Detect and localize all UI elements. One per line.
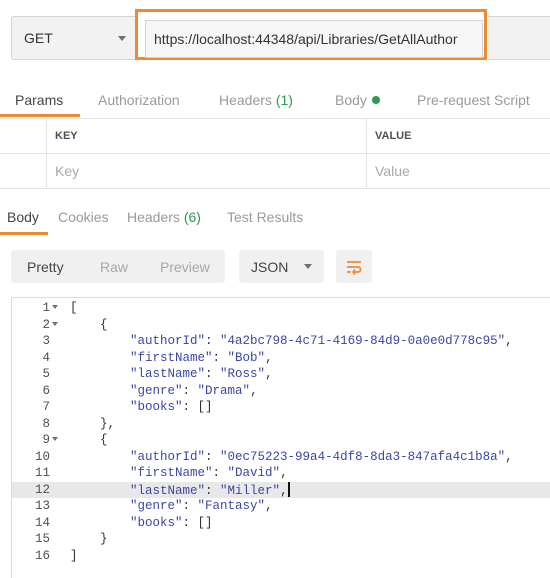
code-line: 12 "lastName": "Miller", (12, 481, 550, 498)
line-number: 10 (34, 449, 50, 464)
code-text: "lastName": "Miller", (130, 481, 290, 498)
code-text: "authorId": "0ec75223-99a4-4df8-8da3-847… (130, 449, 513, 464)
code-line: 7 "books": [] (12, 399, 550, 416)
code-text: ] (70, 548, 78, 563)
table-header-row: KEY VALUE (0, 119, 550, 154)
code-text: { (70, 433, 108, 447)
code-line: 3 "authorId": "4a2bc798-4c71-4169-84d9-0… (12, 333, 550, 350)
line-number: 6 (42, 383, 50, 398)
format-label: JSON (251, 258, 289, 275)
url-input[interactable] (145, 20, 483, 58)
code-line: 6 "genre": "Drama", (12, 383, 550, 400)
code-text: "genre": "Drama", (130, 383, 258, 398)
line-number: 2 (42, 317, 50, 332)
line-number: 16 (34, 548, 50, 563)
table-row: Key Value (0, 154, 550, 189)
code-text: "genre": "Fantasy", (130, 499, 273, 513)
url-bar-background (488, 16, 550, 60)
code-text: } (70, 532, 108, 546)
tab-response-body[interactable]: Body (7, 209, 39, 225)
fold-toggle-icon[interactable] (52, 305, 58, 309)
tab-headers-count: (1) (275, 92, 293, 108)
chevron-down-icon (304, 264, 312, 269)
code-line: 2 { (12, 317, 550, 334)
code-line: 14 "books": [] (12, 515, 550, 532)
method-label: GET (24, 30, 53, 46)
code-text: "books": [] (130, 515, 213, 530)
line-number: 7 (42, 400, 50, 414)
row-handle-cell (0, 154, 46, 188)
preview-button[interactable]: Preview (160, 250, 210, 283)
code-line: 13 "genre": "Fantasy", (12, 498, 550, 515)
tab-prerequest-script[interactable]: Pre-request Script (417, 92, 530, 108)
code-line: 15 } (12, 531, 550, 548)
chevron-down-icon (118, 35, 126, 41)
tab-headers-label: Headers (219, 92, 272, 108)
code-line: 8 }, (12, 416, 550, 433)
value-column-header: VALUE (366, 119, 550, 153)
format-select[interactable]: JSON (239, 250, 324, 283)
line-number: 3 (42, 334, 50, 348)
fold-toggle-icon[interactable] (52, 321, 58, 326)
tab-cookies[interactable]: Cookies (58, 209, 109, 225)
tab-authorization[interactable]: Authorization (98, 92, 180, 108)
tab-body-label: Body (335, 92, 367, 108)
tab-headers[interactable]: Headers (1) (219, 92, 293, 108)
response-body-editor[interactable]: 1[2 {3 "authorId": "4a2bc798-4c71-4169-8… (11, 297, 550, 578)
active-tab-indicator (0, 114, 80, 117)
line-number: 11 (34, 466, 50, 480)
tab-test-results[interactable]: Test Results (227, 209, 303, 225)
code-text: "books": [] (130, 400, 213, 414)
tab-response-headers[interactable]: Headers (6) (127, 209, 201, 225)
wrap-lines-icon (347, 260, 362, 275)
code-line: 4 "firstName": "Bob", (12, 350, 550, 367)
code-text: { (70, 317, 108, 332)
tab-body[interactable]: Body (335, 92, 380, 108)
status-dot-icon (371, 96, 380, 104)
active-response-tab-indicator (0, 232, 48, 235)
pretty-button[interactable]: Pretty (27, 250, 64, 283)
line-number: 14 (34, 515, 50, 530)
line-number: 12 (34, 482, 50, 497)
line-number: 4 (42, 350, 50, 365)
line-number: 8 (42, 416, 50, 431)
line-number: 5 (42, 367, 50, 381)
params-table: KEY VALUE Key Value (0, 119, 550, 189)
line-number: 13 (34, 499, 50, 513)
key-column-header: KEY (46, 119, 366, 153)
code-text: "firstName": "Bob", (130, 350, 273, 365)
text-cursor (287, 481, 290, 497)
wrap-lines-button[interactable] (336, 250, 372, 283)
tab-params[interactable]: Params (15, 92, 63, 108)
code-line: 10 "authorId": "0ec75223-99a4-4df8-8da3-… (12, 449, 550, 466)
view-mode-group: Pretty Raw Preview (11, 250, 225, 283)
line-number: 15 (34, 532, 50, 546)
code-line: 9 { (12, 432, 550, 449)
code-text: "authorId": "4a2bc798-4c71-4169-84d9-0a0… (130, 334, 513, 348)
tab-response-headers-label: Headers (127, 209, 180, 225)
line-number: 1 (42, 301, 50, 315)
code-text: "lastName": "Ross", (130, 367, 273, 381)
code-line: 1[ (12, 300, 550, 317)
code-text: "firstName": "David", (130, 466, 288, 480)
request-tabs: Params Authorization Headers (1) Body Pr… (0, 84, 550, 118)
line-number: 9 (42, 433, 50, 447)
key-input[interactable]: Key (46, 154, 366, 188)
row-handle-cell (0, 119, 46, 153)
response-tabs: Body Cookies Headers (6) Test Results (0, 200, 550, 236)
raw-button[interactable]: Raw (100, 250, 128, 283)
method-select[interactable]: GET (11, 16, 139, 60)
code-text: }, (70, 416, 116, 431)
value-input[interactable]: Value (366, 154, 550, 188)
code-line: 16] (12, 548, 550, 565)
code-line: 11 "firstName": "David", (12, 465, 550, 482)
tab-response-headers-count: (6) (183, 209, 201, 225)
code-text: [ (70, 301, 78, 315)
code-line: 5 "lastName": "Ross", (12, 366, 550, 383)
fold-toggle-icon[interactable] (52, 437, 58, 441)
